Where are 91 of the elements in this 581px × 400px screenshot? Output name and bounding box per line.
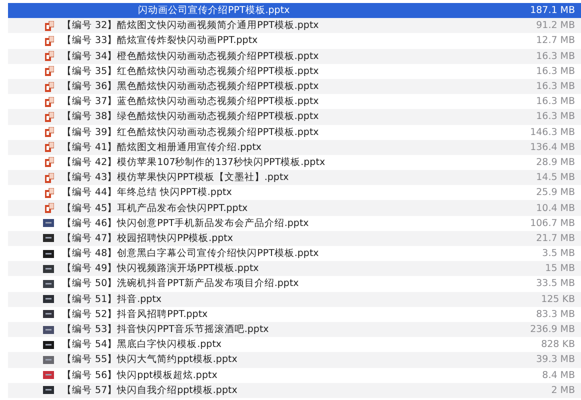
file-row[interactable]: 【编号 56】快闪ppt模板超炫.pptx 8.4 MB (8, 368, 581, 383)
file-row[interactable]: 【编号 46】快闪创意PPT手机新品发布会产品介绍.pptx 106.7 MB (8, 216, 581, 231)
file-name: 【编号 42】模仿苹果107秒制作的137秒快闪PPT模板.pptx (62, 156, 326, 169)
file-size: 33.5 MB (536, 278, 575, 290)
file-row[interactable]: 【编号 33】酷炫宣传炸裂快闪动画PPT.pptx 12.7 MB (8, 33, 581, 49)
file-name: 【编号 52】抖音风招聘PPT.pptx (62, 308, 208, 321)
file-name: 【编号 47】校园招聘快闪PP模板.pptx (62, 232, 233, 245)
file-row[interactable]: 【编号 39】红色酷炫快闪动画动态视频介绍PPT模板.pptx 146.3 MB (8, 124, 581, 140)
file-size: 16.3 MB (536, 111, 575, 122)
file-name: 【编号 54】黑底白字快闪模板.pptx (62, 338, 222, 352)
file-row[interactable]: 【编号 34】橙色酷炫快闪动画动态视频介绍PPT模板.pptx 16.3 MB (8, 48, 581, 64)
file-size: 83.3 MB (536, 308, 575, 320)
file-row[interactable]: 【编号 37】蓝色酷炫快闪动画动态视频介绍PPT模板.pptx 16.3 MB (8, 94, 581, 110)
file-row[interactable]: 【编号 44】年终总结 快闪PPT模.pptx 25.9 MB (8, 185, 581, 200)
file-name: 【编号 50】洗碗机抖音PPT新产品发布项目介绍.pptx (62, 277, 299, 290)
file-size: 125 KB (541, 294, 575, 305)
file-name: 【编号 35】红色酷炫快闪动画动态视频介绍PPT模板.pptx (62, 64, 319, 78)
file-size: 16.3 MB (536, 50, 575, 62)
file-name: 【编号 57】快闪自我介绍ppt模板.pptx (62, 384, 238, 397)
file-name: 【编号 37】蓝色酷炫快闪动画动态视频介绍PPT模板.pptx (62, 95, 319, 108)
file-size: 828 KB (541, 339, 575, 350)
file-row[interactable]: 【编号 38】绿色酷炫快闪动画动态视频介绍PPT模板.pptx 16.3 MB (8, 109, 581, 124)
presentation-file-icon (45, 20, 54, 31)
file-name: 【编号 46】快闪创意PPT手机新品发布会产品介绍.pptx (62, 216, 309, 230)
file-size: 136.4 MB (530, 142, 575, 153)
file-size: 16.3 MB (536, 66, 575, 77)
file-size: 39.3 MB (536, 354, 575, 366)
file-name: 【编号 41】酷炫图文相册通用宣传介绍.pptx (62, 140, 262, 154)
file-name: 【编号 32】酷炫图文快闪动画视频简介通用PPT模板.pptx (62, 19, 319, 32)
file-row[interactable]: 【编号 48】创意黑白字幕公司宣传介绍快闪PPT模板.pptx 3.5 MB (8, 246, 581, 262)
file-name: 【编号 39】红色酷炫快闪动画动态视频介绍PPT模板.pptx (62, 126, 319, 139)
presentation-file-icon (45, 82, 54, 92)
file-name: 【编号 53】抖音快闪PPT音乐节摇滚酒吧.pptx (62, 323, 269, 336)
file-size: 28.9 MB (536, 156, 575, 168)
file-name: 【编号 55】快闪大气简约ppt模板.pptx (62, 353, 238, 366)
file-row[interactable]: 【编号 54】黑底白字快闪模板.pptx 828 KB (8, 337, 581, 352)
file-size: 2 MB (551, 384, 575, 396)
presentation-file-icon (45, 51, 54, 62)
presentation-file-icon (45, 157, 54, 168)
file-name: 闪动画公司宣传介绍PPT模板.pptx (138, 4, 290, 18)
file-row[interactable]: 【编号 57】快闪自我介绍ppt模板.pptx 2 MB (8, 382, 581, 398)
file-size: 25.9 MB (536, 187, 575, 198)
file-size: 8.4 MB (542, 370, 575, 381)
file-name: 【编号 36】黑色酷炫快闪动画动态视频介绍PPT模板.pptx (62, 80, 319, 94)
file-row[interactable]: 【编号 32】酷炫图文快闪动画视频简介通用PPT模板.pptx 91.2 MB (8, 18, 581, 34)
file-size: 187.1 MB (530, 5, 575, 16)
file-row[interactable]: 【编号 47】校园招聘快闪PP模板.pptx 21.7 MB (8, 230, 581, 246)
file-name: 【编号 38】绿色酷炫快闪动画动态视频介绍PPT模板.pptx (62, 110, 319, 124)
file-size: 3.5 MB (542, 248, 575, 260)
file-row[interactable]: 【编号 53】抖音快闪PPT音乐节摇滚酒吧.pptx 236.9 MB (8, 322, 581, 338)
file-size: 16.3 MB (536, 81, 575, 92)
file-name: 【编号 33】酷炫宣传炸裂快闪动画PPT.pptx (62, 34, 258, 48)
file-size: 146.3 MB (530, 126, 575, 138)
file-size: 16.3 MB (536, 96, 575, 108)
presentation-file-icon (45, 172, 54, 183)
file-name: 【编号 44】年终总结 快闪PPT模.pptx (62, 186, 232, 200)
presentation-file-icon (45, 203, 54, 214)
file-row[interactable]: 【编号 45】耳机产品发布会快闪PPT.pptx 10.4 MB (8, 200, 581, 216)
presentation-file-icon (45, 142, 54, 152)
presentation-file-icon (45, 66, 54, 76)
file-size: 91.2 MB (536, 20, 575, 32)
file-row[interactable]: 【编号 52】抖音风招聘PPT.pptx 83.3 MB (8, 306, 581, 322)
file-row[interactable]: 【编号 51】抖音.pptx 125 KB (8, 292, 581, 307)
file-size: 12.7 MB (536, 35, 575, 46)
presentation-file-icon (45, 96, 54, 107)
file-name: 【编号 43】模仿苹果快闪PPT模板【文墨社】.pptx (62, 171, 289, 184)
file-row[interactable]: 【编号 35】红色酷炫快闪动画动态视频介绍PPT模板.pptx 16.3 MB (8, 64, 581, 79)
file-row[interactable]: 【编号 49】快闪视频路演开场PPT模板.pptx 15 MB (8, 261, 581, 276)
file-name: 【编号 49】快闪视频路演开场PPT模板.pptx (62, 262, 259, 276)
file-size: 10.4 MB (536, 202, 575, 214)
file-size: 15 MB (545, 263, 575, 274)
file-name: 【编号 45】耳机产品发布会快闪PPT.pptx (62, 202, 248, 215)
file-row[interactable]: 闪动画公司宣传介绍PPT模板.pptx 187.1 MB (8, 3, 581, 18)
file-size: 106.7 MB (530, 218, 575, 229)
file-row[interactable]: 【编号 43】模仿苹果快闪PPT模板【文墨社】.pptx 14.5 MB (8, 170, 581, 186)
file-name: 【编号 51】抖音.pptx (62, 292, 162, 306)
presentation-file-icon (45, 127, 54, 138)
file-size: 21.7 MB (536, 232, 575, 244)
file-row[interactable]: 【编号 55】快闪大气简约ppt模板.pptx 39.3 MB (8, 352, 581, 368)
presentation-file-icon (45, 36, 54, 46)
file-name: 【编号 34】橙色酷炫快闪动画动态视频介绍PPT模板.pptx (62, 50, 319, 63)
file-size: 14.5 MB (536, 172, 575, 184)
file-name: 【编号 56】快闪ppt模板超炫.pptx (62, 368, 218, 382)
file-row[interactable]: 【编号 50】洗碗机抖音PPT新产品发布项目介绍.pptx 33.5 MB (8, 276, 581, 292)
file-name: 【编号 48】创意黑白字幕公司宣传介绍快闪PPT模板.pptx (62, 247, 319, 260)
presentation-file-icon (45, 112, 54, 122)
file-row[interactable]: 【编号 42】模仿苹果107秒制作的137秒快闪PPT模板.pptx 28.9 MB (8, 154, 581, 170)
file-row[interactable]: 【编号 36】黑色酷炫快闪动画动态视频介绍PPT模板.pptx 16.3 MB (8, 78, 581, 94)
file-size: 236.9 MB (530, 324, 575, 336)
file-row[interactable]: 【编号 41】酷炫图文相册通用宣传介绍.pptx 136.4 MB (8, 140, 581, 155)
presentation-file-icon (45, 188, 54, 198)
